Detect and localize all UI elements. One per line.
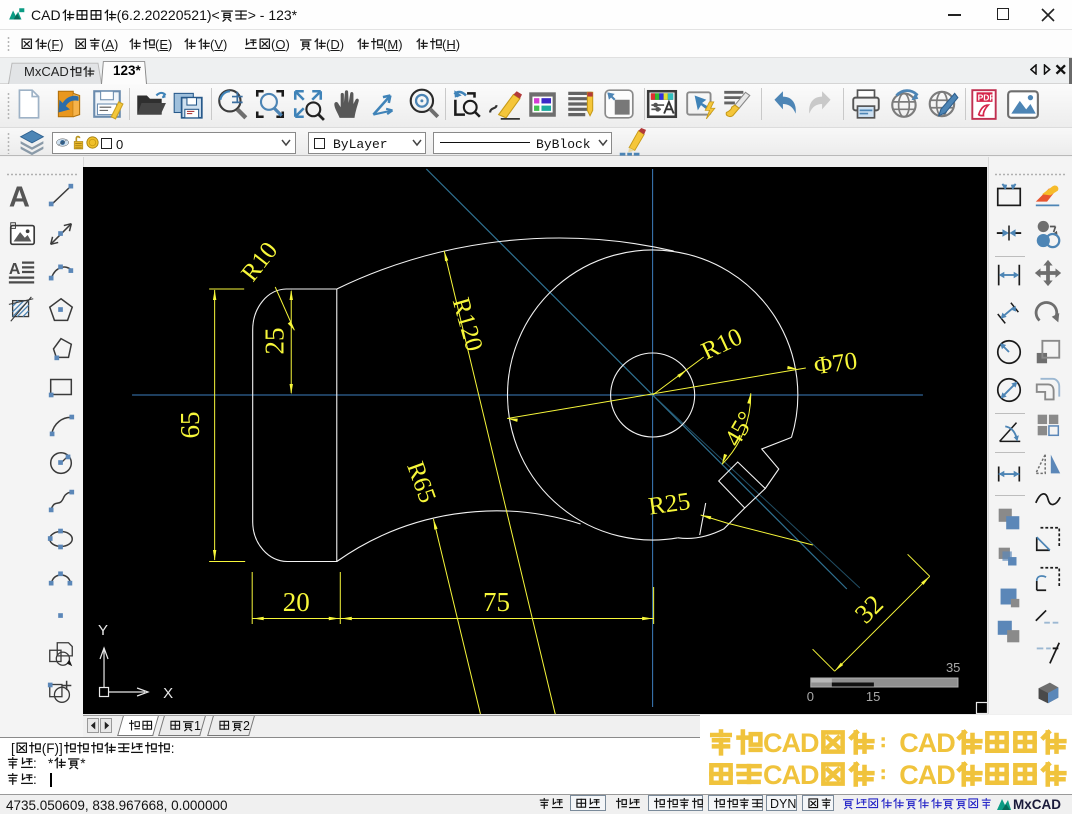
svg-text:R120: R120 [447, 295, 488, 354]
svg-text:X: X [163, 685, 173, 702]
svg-text:Y: Y [98, 622, 108, 639]
svg-text:75: 75 [483, 587, 510, 617]
svg-text:R65: R65 [401, 458, 441, 506]
svg-text:45°: 45° [720, 407, 761, 451]
svg-text:R10: R10 [697, 323, 746, 365]
svg-text:A: A [9, 181, 30, 211]
svg-text:PDF: PDF [978, 92, 995, 102]
svg-text:25: 25 [259, 328, 289, 355]
svg-text:A: A [9, 261, 21, 278]
svg-text:0: 0 [807, 689, 814, 704]
svg-text:35: 35 [946, 660, 960, 675]
svg-text:Φ70: Φ70 [812, 348, 859, 381]
svg-text:R25: R25 [647, 488, 692, 521]
svg-text:20: 20 [283, 587, 310, 617]
svg-text:15: 15 [866, 689, 880, 704]
svg-text:R10: R10 [236, 237, 283, 286]
svg-text:65: 65 [175, 412, 205, 439]
